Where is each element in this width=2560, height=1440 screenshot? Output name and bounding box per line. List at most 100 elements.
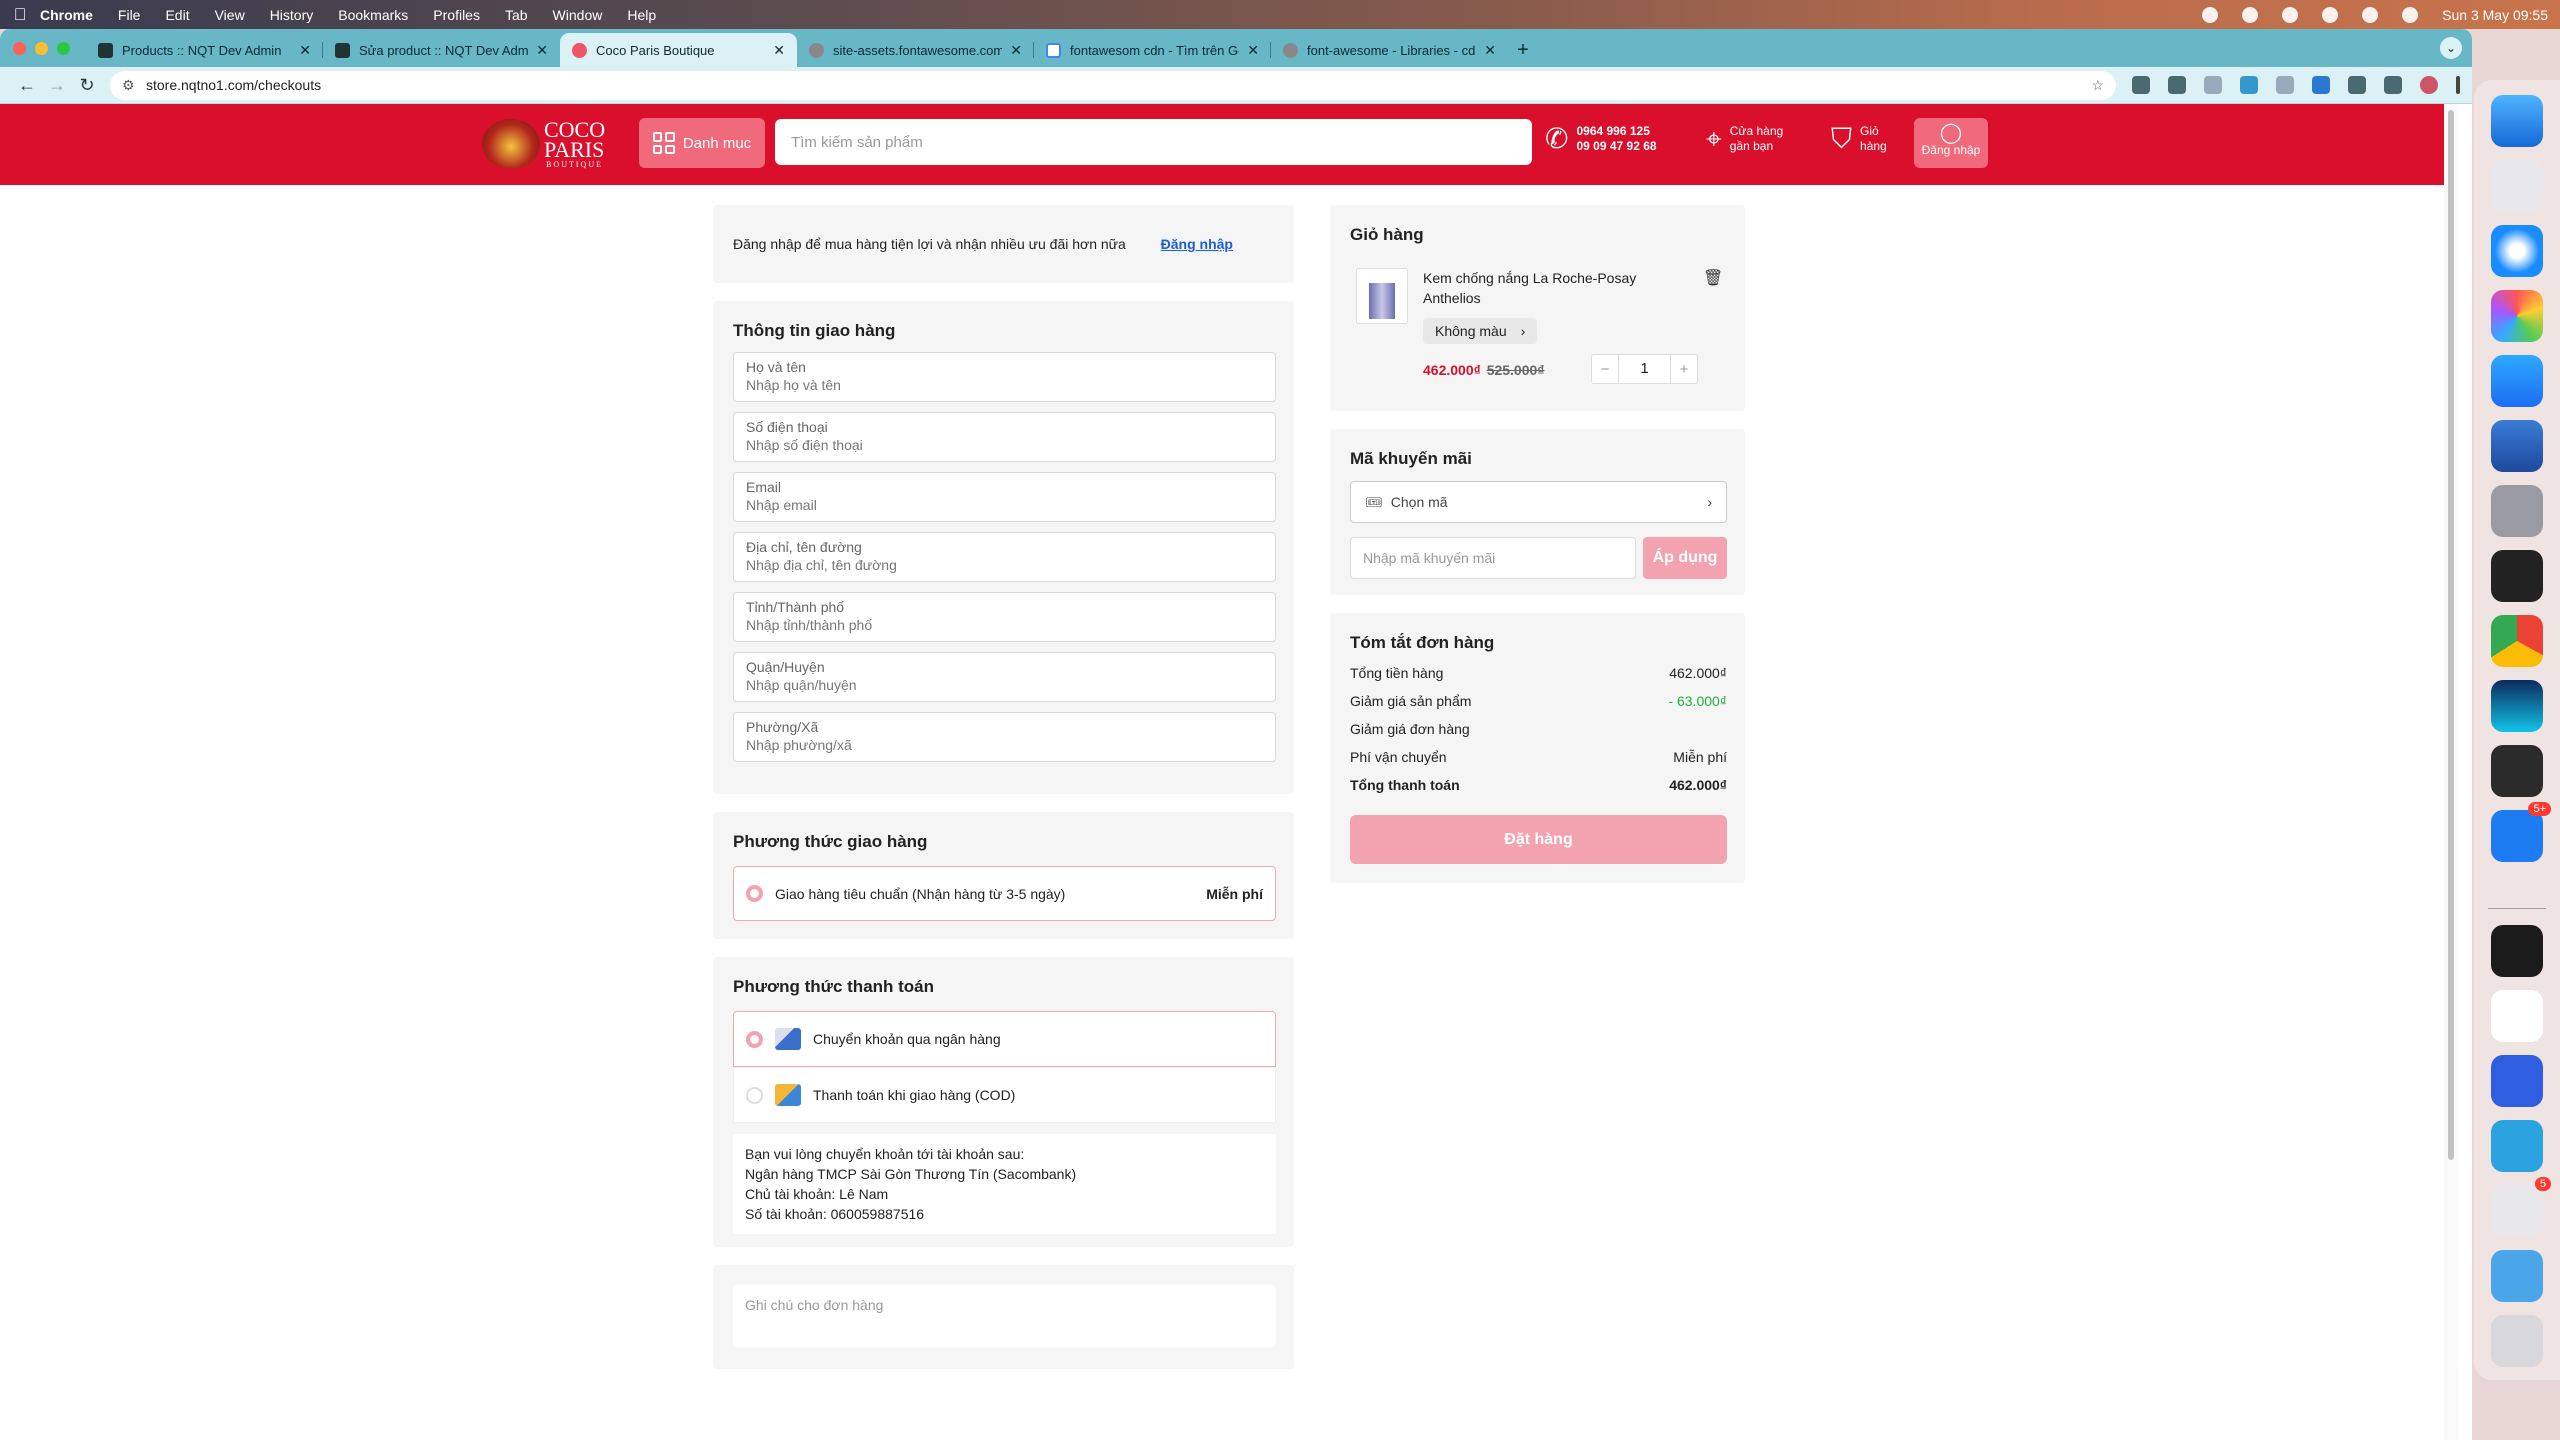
extension-icon[interactable]	[2132, 76, 2150, 94]
product-name[interactable]: Kem chống nắng La Roche-Posay Anthelios	[1423, 268, 1673, 308]
address-field[interactable]: Địa chỉ, tên đường Nhập địa chỉ, tên đườn…	[733, 532, 1276, 582]
system-settings-icon[interactable]	[2491, 485, 2543, 537]
new-tab-button[interactable]: +	[1508, 33, 1538, 67]
bank-transfer-option[interactable]: Chuyển khoản qua ngân hàng	[733, 1011, 1276, 1067]
province-field[interactable]: Tỉnh/Thành phố Nhập tỉnh/thành phố	[733, 592, 1276, 642]
photos-icon[interactable]	[2491, 290, 2543, 342]
slack-icon[interactable]: 5	[2491, 1177, 2551, 1237]
wifi-icon[interactable]	[2322, 6, 2339, 23]
browser-tab[interactable]: fontawesom cdn - Tìm trên Google ✕	[1034, 33, 1271, 67]
bookmark-star-icon[interactable]: ☆	[2091, 77, 2104, 94]
more-menu-icon[interactable]	[2456, 76, 2460, 94]
zalo-icon[interactable]: 5+	[2491, 802, 2551, 862]
close-tab-icon[interactable]: ✕	[299, 42, 311, 59]
increment-button[interactable]: +	[1671, 361, 1697, 378]
browser-tab-active[interactable]: Coco Paris Boutique ✕	[560, 33, 797, 67]
notes-icon[interactable]	[2491, 990, 2543, 1042]
menu-app-name[interactable]: Chrome	[40, 7, 93, 23]
cart-link[interactable]: ⛉ Giỏ hàng	[1831, 124, 1887, 154]
site-logo[interactable]: COCO PARIS BOUTIQUE	[482, 116, 620, 172]
site-info-icon[interactable]: ⚙	[122, 77, 138, 94]
search-input[interactable]: Tìm kiếm sản phẩm	[775, 119, 1532, 165]
profile-avatar[interactable]	[2420, 76, 2438, 94]
status-icon[interactable]	[2202, 6, 2219, 23]
menu-file[interactable]: File	[118, 7, 141, 23]
reload-icon[interactable]: ↻	[72, 75, 102, 96]
launchpad-icon[interactable]	[2491, 160, 2543, 212]
apple-icon[interactable]: 	[0, 5, 40, 25]
cod-option[interactable]: Thanh toán khi giao hàng (COD)	[733, 1067, 1276, 1123]
spotlight-search-icon[interactable]	[2362, 6, 2379, 23]
puzzle-extensions-icon[interactable]	[2348, 76, 2366, 94]
decrement-button[interactable]: −	[1592, 361, 1618, 378]
place-order-button[interactable]: Đặt hàng	[1350, 815, 1727, 864]
phone-field[interactable]: Số điện thoại Nhập số điện thoại	[733, 412, 1276, 462]
trash-icon[interactable]: 🗑	[1703, 268, 1723, 288]
login-button[interactable]: ◯ Đăng nhập	[1914, 118, 1988, 168]
url-text[interactable]: store.nqtno1.com/checkouts	[146, 77, 321, 93]
simulator-icon[interactable]	[2491, 420, 2543, 472]
menu-tab[interactable]: Tab	[505, 7, 528, 23]
signal-icon[interactable]	[2491, 1055, 2543, 1107]
close-tab-icon[interactable]: ✕	[1010, 42, 1022, 59]
product-thumbnail[interactable]	[1356, 268, 1408, 324]
menu-bookmarks[interactable]: Bookmarks	[338, 7, 408, 23]
extension-icon[interactable]	[2168, 76, 2186, 94]
quantity-value[interactable]: 1	[1618, 355, 1671, 383]
hotline[interactable]: ✆ 0964 996 125 09 09 47 92 68	[1545, 124, 1657, 154]
order-notes-textarea[interactable]: Ghi chú cho đơn hàng	[733, 1285, 1276, 1347]
menu-clock[interactable]: Sun 3 May 09:55	[2442, 7, 2548, 23]
close-tab-icon[interactable]: ✕	[536, 42, 548, 59]
close-window-button[interactable]	[13, 42, 26, 55]
browser-tab[interactable]: Sửa product :: NQT Dev Admin ✕	[323, 33, 560, 67]
cursor-editor-icon[interactable]	[2491, 745, 2543, 797]
apply-promo-button[interactable]: Áp dụng	[1643, 537, 1727, 579]
radio-unselected[interactable]	[746, 1086, 763, 1104]
zoom-window-button[interactable]	[57, 42, 70, 55]
control-center-icon[interactable]	[2402, 6, 2419, 23]
email-field[interactable]: Email Nhập email	[733, 472, 1276, 522]
full-name-field[interactable]: Họ và tên Nhập họ và tên	[733, 352, 1276, 402]
reading-list-icon[interactable]	[2384, 76, 2402, 94]
radio-selected[interactable]	[746, 1030, 763, 1048]
variant-selector[interactable]: Không màu ›	[1423, 318, 1538, 344]
chrome-icon[interactable]	[2491, 615, 2543, 667]
login-link[interactable]: Đăng nhập	[1161, 236, 1233, 252]
finder-icon[interactable]	[2491, 95, 2543, 147]
promo-code-input[interactable]: Nhập mã khuyến mãi	[1350, 537, 1636, 579]
close-tab-icon[interactable]: ✕	[773, 42, 785, 59]
browser-tab[interactable]: Products :: NQT Dev Admin ✕	[86, 33, 323, 67]
store-locator[interactable]: ⌖ Cửa hàng gần bạn	[1706, 124, 1783, 154]
extension-icon[interactable]	[2240, 76, 2258, 94]
status-icon[interactable]	[2242, 6, 2259, 23]
browser-tab[interactable]: site-assets.fontawesome.com ✕	[797, 33, 1034, 67]
tab-search-button[interactable]: ⌄	[2440, 37, 2462, 59]
menu-edit[interactable]: Edit	[165, 7, 189, 23]
menu-profiles[interactable]: Profiles	[433, 7, 480, 23]
radio-selected[interactable]	[746, 885, 763, 902]
menu-history[interactable]: History	[270, 7, 314, 23]
download-icon[interactable]	[2312, 76, 2330, 94]
app-store-icon[interactable]	[2491, 355, 2543, 407]
downloads-folder-icon[interactable]	[2491, 1250, 2543, 1302]
forward-arrow-icon[interactable]: →	[42, 75, 72, 96]
address-bar[interactable]: ⚙ store.nqtno1.com/checkouts ☆	[110, 70, 2116, 100]
extension-icon[interactable]	[2204, 76, 2222, 94]
dev-tool-icon[interactable]	[2491, 680, 2543, 732]
category-menu-button[interactable]: Danh mục	[639, 118, 765, 168]
safari-icon[interactable]	[2491, 225, 2543, 277]
menu-view[interactable]: View	[215, 7, 245, 23]
menu-window[interactable]: Window	[553, 7, 603, 23]
choose-promo-button[interactable]: 🎟 Chọn mã ›	[1350, 481, 1727, 523]
close-tab-icon[interactable]: ✕	[1247, 42, 1259, 59]
terminal-icon[interactable]	[2491, 925, 2543, 977]
status-icon[interactable]	[2282, 6, 2299, 23]
telegram-icon[interactable]	[2491, 1120, 2543, 1172]
trash-bin-icon[interactable]	[2491, 1315, 2543, 1367]
menu-help[interactable]: Help	[627, 7, 656, 23]
minimize-window-button[interactable]	[35, 42, 48, 55]
browser-tab[interactable]: font-awesome - Libraries - cdnjs ✕	[1271, 33, 1508, 67]
ward-field[interactable]: Phường/Xã Nhập phường/xã	[733, 712, 1276, 762]
xcode-instruments-icon[interactable]	[2491, 550, 2543, 602]
extension-icon[interactable]	[2276, 76, 2294, 94]
